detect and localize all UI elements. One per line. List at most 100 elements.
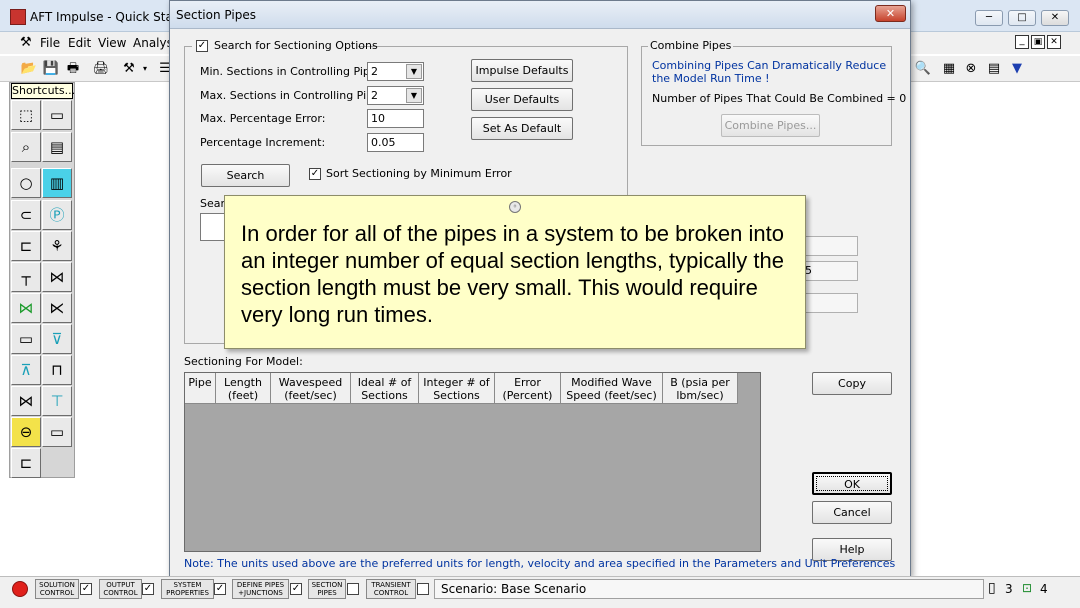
- menu-view[interactable]: View: [98, 36, 126, 50]
- maximize-button[interactable]: □: [1008, 10, 1036, 26]
- col-header-modified-wavespeed[interactable]: Modified Wave Speed (feet/sec): [561, 373, 663, 404]
- pipes-count: 3: [1005, 582, 1013, 596]
- minimize-button[interactable]: ─: [975, 10, 1003, 26]
- set-as-default-button[interactable]: Set As Default: [471, 117, 573, 140]
- vacuum-breaker-icon[interactable]: ⊓: [42, 355, 72, 385]
- branch-junction-icon[interactable]: ○: [11, 168, 41, 198]
- pipe-tool-icon[interactable]: ▭: [42, 100, 72, 130]
- print-icon[interactable]: 🖶: [64, 60, 82, 78]
- hammer-icon: ⚒: [20, 35, 32, 50]
- doc-restore-button[interactable]: ▣: [1031, 35, 1045, 49]
- assigned-flow-icon[interactable]: ⊂: [11, 200, 41, 230]
- assigned-pressure-icon[interactable]: Ⓟ: [42, 200, 72, 230]
- max-sections-dropdown-icon[interactable]: ▼: [406, 88, 422, 103]
- reservoir-icon[interactable]: ▥: [42, 168, 72, 198]
- col-header-pipe[interactable]: Pipe: [185, 373, 216, 404]
- dialog-close-button[interactable]: ✕: [875, 5, 906, 22]
- run-status-light-icon: [12, 581, 28, 597]
- solution-control-check: ✓: [80, 583, 92, 595]
- copy-button[interactable]: Copy: [812, 372, 892, 395]
- units-note: Note: The units used above are the prefe…: [184, 557, 896, 570]
- combine-pipes-message: Combining Pipes Can Dramatically Reduce …: [652, 59, 887, 85]
- filter-icon[interactable]: ▼: [1008, 60, 1026, 78]
- select-rectangle-icon[interactable]: ⬚: [11, 100, 41, 130]
- dead-end-icon[interactable]: ⊏: [11, 231, 41, 261]
- shortcuts-label[interactable]: Shortcuts...: [11, 83, 75, 99]
- max-error-input[interactable]: 10: [367, 109, 424, 128]
- heat-exchanger-icon[interactable]: ▭: [42, 417, 72, 447]
- impulse-defaults-button[interactable]: Impulse Defaults: [471, 59, 573, 82]
- solution-control-button[interactable]: SOLUTION CONTROL: [35, 579, 79, 599]
- system-properties-button[interactable]: SYSTEM PROPERTIES: [161, 579, 214, 599]
- output-control-check: ✓: [142, 583, 154, 595]
- report-icon[interactable]: ▤: [985, 60, 1003, 78]
- system-properties-check: ✓: [214, 583, 226, 595]
- valve-icon[interactable]: ⋈: [42, 262, 72, 292]
- increment-label: Percentage Increment:: [200, 136, 326, 149]
- tool-hammer-icon[interactable]: ⚒: [120, 60, 138, 78]
- zoom-icon[interactable]: 🔍: [914, 60, 932, 78]
- search-options-label: Search for Sectioning Options: [214, 39, 378, 52]
- section-pipes-check: [347, 583, 359, 595]
- print-preview-icon[interactable]: 🖨: [92, 60, 110, 78]
- gas-accumulator-icon[interactable]: ⊼: [11, 355, 41, 385]
- ok-button[interactable]: OK: [812, 472, 892, 495]
- section-pipes-status-button[interactable]: SECTION PIPES: [308, 579, 346, 599]
- area-change-icon[interactable]: ▭: [11, 324, 41, 354]
- junctions-count: 4: [1040, 582, 1048, 596]
- output-control-button[interactable]: OUTPUT CONTROL: [99, 579, 142, 599]
- doc-close-button[interactable]: ✕: [1047, 35, 1061, 49]
- doc-minimize-button[interactable]: _: [1015, 35, 1029, 49]
- surge-tank-icon[interactable]: ⊽: [42, 324, 72, 354]
- annotation-icon[interactable]: ▤: [42, 132, 72, 162]
- col-header-error[interactable]: Error (Percent): [495, 373, 561, 404]
- max-sections-label: Max. Sections in Controlling Pipe:: [200, 89, 384, 102]
- sectioning-label: Sectioning For Model:: [184, 355, 303, 368]
- junctions-count-icon: ⊡: [1022, 581, 1033, 595]
- combine-pipes-button[interactable]: Combine Pipes...: [721, 114, 820, 137]
- spray-discharge-icon[interactable]: ⚘: [42, 231, 72, 261]
- volume-balance-icon[interactable]: ⊤: [42, 386, 72, 416]
- max-sections-value: 2: [371, 89, 378, 102]
- save-icon[interactable]: 💾: [42, 60, 60, 78]
- sort-min-error-checkbox[interactable]: ✓: [309, 168, 321, 180]
- dialog-title: Section Pipes: [176, 8, 256, 22]
- app-logo-icon: [10, 9, 26, 25]
- open-folder-icon[interactable]: 📂: [20, 60, 38, 78]
- define-pipes-junctions-button[interactable]: DEFINE PIPES +JUNCTIONS: [232, 579, 289, 599]
- col-header-integer-sections[interactable]: Integer # of Sections: [419, 373, 495, 404]
- grid-icon[interactable]: ▦: [940, 60, 958, 78]
- col-header-b[interactable]: B (psia per lbm/sec): [663, 373, 738, 404]
- combine-count-text: Number of Pipes That Could Be Combined =…: [652, 92, 907, 105]
- close-app-button[interactable]: ✕: [1041, 10, 1069, 26]
- pump-icon[interactable]: ⊖: [11, 417, 41, 447]
- user-defaults-button[interactable]: User Defaults: [471, 88, 573, 111]
- general-component-icon[interactable]: ⊏: [11, 448, 41, 478]
- cancel-button[interactable]: Cancel: [812, 501, 892, 524]
- stop-icon[interactable]: ⊗: [962, 60, 980, 78]
- col-header-wavespeed[interactable]: Wavespeed (feet/sec): [271, 373, 351, 404]
- tee-junction-icon[interactable]: ┬: [11, 262, 41, 292]
- menu-file[interactable]: File: [40, 36, 60, 50]
- scenario-text: Scenario: Base Scenario: [441, 582, 587, 596]
- search-button[interactable]: Search: [201, 164, 290, 187]
- increment-input[interactable]: 0.05: [367, 133, 424, 152]
- menu-edit[interactable]: Edit: [68, 36, 91, 50]
- min-sections-dropdown-icon[interactable]: ▼: [406, 64, 422, 79]
- control-valve-icon[interactable]: ⋈: [11, 386, 41, 416]
- tool-dropdown-icon[interactable]: ▾: [140, 60, 150, 78]
- app-title: AFT Impulse - Quick Start: [30, 10, 183, 24]
- tooltip-pin-icon: ◦: [509, 201, 521, 213]
- zoom-select-icon[interactable]: ⌕: [11, 132, 41, 162]
- transient-control-button[interactable]: TRANSIENT CONTROL: [366, 579, 416, 599]
- scenario-display: Scenario: Base Scenario: [434, 579, 984, 599]
- col-header-length[interactable]: Length (feet): [216, 373, 271, 404]
- menu-analysis[interactable]: Analys: [133, 36, 173, 50]
- min-sections-value: 2: [371, 65, 378, 78]
- search-options-checkbox[interactable]: ✓: [196, 40, 208, 52]
- combine-pipes-title: Combine Pipes: [648, 39, 734, 52]
- col-header-ideal-sections[interactable]: Ideal # of Sections: [351, 373, 419, 404]
- min-sections-label: Min. Sections in Controlling Pipe:: [200, 65, 381, 78]
- check-valve-icon[interactable]: ⋈: [11, 293, 41, 323]
- relief-valve-icon[interactable]: ⋉: [42, 293, 72, 323]
